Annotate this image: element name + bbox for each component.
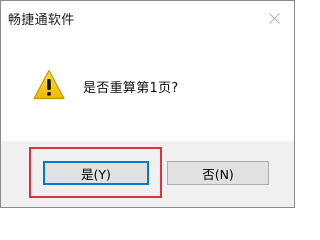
dialog-content: 是否重算第1页? [1,37,294,141]
title-bar: 畅捷通软件 [1,1,294,37]
warning-icon [33,69,65,100]
close-icon [268,12,280,24]
window-title: 畅捷通软件 [8,13,75,28]
button-bar: 是(Y) 否(N) [1,141,294,207]
yes-button[interactable]: 是(Y) [43,161,149,185]
no-button[interactable]: 否(N) [167,161,269,185]
message-dialog: 畅捷通软件 是否重算第1页? 是(Y) 否(N) [0,0,295,208]
close-button[interactable] [254,1,294,35]
dialog-message: 是否重算第1页? [83,81,179,96]
